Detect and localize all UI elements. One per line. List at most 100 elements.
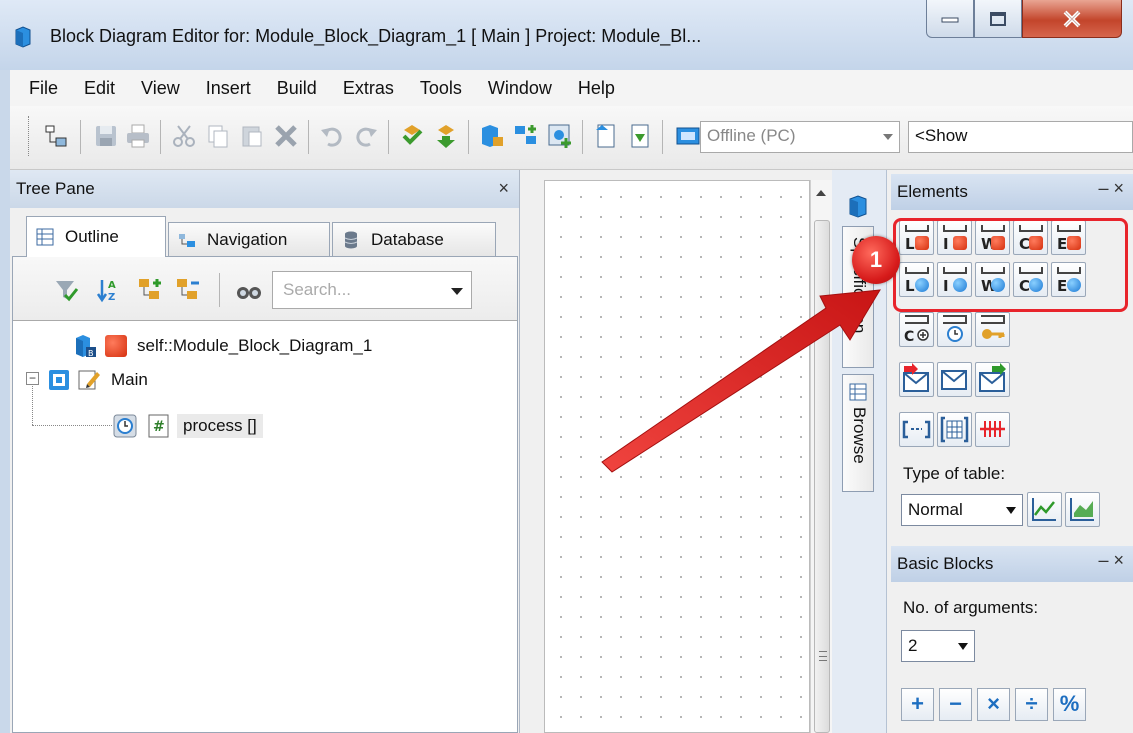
menu-build[interactable]: Build	[264, 78, 330, 99]
minimize-icon	[941, 17, 959, 22]
undo-icon[interactable]	[318, 122, 346, 150]
toolbar-separator	[468, 120, 469, 154]
menu-help[interactable]: Help	[565, 78, 628, 99]
connector-bracket-icon	[902, 420, 931, 439]
tree-item-project[interactable]: B self::Module_Block_Diagram_1	[73, 329, 372, 363]
table-chart-2d-button[interactable]	[1065, 492, 1100, 527]
toolbar-grip[interactable]	[28, 116, 31, 156]
collapse-all-icon[interactable]	[175, 277, 201, 303]
divide-operator-button[interactable]: ÷	[1015, 688, 1048, 721]
filter-icon[interactable]	[53, 277, 79, 303]
table-chart-button[interactable]	[1027, 492, 1062, 527]
database-icon	[344, 231, 358, 248]
tab-outline[interactable]: Outline	[26, 216, 166, 257]
add-block-icon[interactable]	[512, 122, 540, 150]
check-icon[interactable]	[398, 122, 426, 150]
menu-window[interactable]: Window	[475, 78, 565, 99]
cut-icon[interactable]	[170, 122, 198, 150]
toolbar-separator	[219, 273, 220, 307]
online-mode-icon[interactable]	[674, 122, 702, 150]
export-icon[interactable]	[626, 122, 654, 150]
minimize-button[interactable]	[926, 0, 974, 38]
add-view-icon[interactable]	[546, 122, 574, 150]
svg-text:Z: Z	[108, 292, 115, 303]
class-instance-icon: C	[904, 315, 929, 345]
diagram-canvas[interactable]	[544, 180, 810, 733]
expand-all-icon[interactable]	[137, 277, 163, 303]
tab-navigation[interactable]: Navigation	[168, 222, 330, 256]
chevron-down-icon	[883, 134, 893, 140]
print-icon[interactable]	[124, 122, 152, 150]
toolbar-separator	[160, 120, 161, 154]
copy-icon[interactable]	[204, 122, 232, 150]
tree-item-label: self::Module_Block_Diagram_1	[137, 336, 373, 355]
menu-edit[interactable]: Edit	[71, 78, 128, 99]
multiply-operator-button[interactable]: ×	[977, 688, 1010, 721]
type-of-table-select[interactable]: Normal	[901, 494, 1023, 526]
element-message-in[interactable]	[899, 362, 934, 397]
basic-blocks-header-controls[interactable]: – ×	[1098, 550, 1124, 571]
svg-text:#: #	[153, 419, 165, 435]
add-module-icon[interactable]	[478, 122, 506, 150]
subtract-operator-button[interactable]: −	[939, 688, 972, 721]
tree-item-main[interactable]: Main	[47, 363, 148, 397]
tree-pane-close-button[interactable]: ×	[498, 178, 509, 199]
sort-az-icon[interactable]: AZ	[95, 277, 121, 303]
toolbar-separator	[80, 120, 81, 154]
diagram-vertical-scrollbar[interactable]	[810, 180, 832, 733]
import-icon[interactable]	[592, 122, 620, 150]
tab-browse[interactable]: Browse	[842, 374, 874, 492]
outline-icon	[36, 228, 54, 246]
elements-header-controls[interactable]: – ×	[1098, 178, 1124, 199]
menu-view[interactable]: View	[128, 78, 193, 99]
number-of-arguments-select[interactable]: 2	[901, 630, 975, 662]
modulo-operator-button[interactable]: %	[1053, 688, 1086, 721]
menu-tools[interactable]: Tools	[407, 78, 475, 99]
menu-insert[interactable]: Insert	[193, 78, 264, 99]
close-button[interactable]	[1022, 0, 1122, 38]
element-message-out[interactable]	[975, 362, 1010, 397]
build-icon[interactable]	[432, 122, 460, 150]
maximize-button[interactable]	[974, 0, 1022, 38]
filter-select[interactable]: <Show	[908, 121, 1133, 153]
operator-buttons: + − × ÷ %	[901, 688, 1121, 728]
scroll-up-icon[interactable]	[816, 190, 826, 196]
element-key[interactable]	[975, 312, 1010, 347]
delete-icon[interactable]	[272, 122, 300, 150]
paste-icon[interactable]	[238, 122, 266, 150]
binoculars-icon[interactable]	[235, 279, 263, 301]
add-operator-button[interactable]: +	[901, 688, 934, 721]
surface-chart-icon	[1070, 498, 1094, 521]
element-class-instance[interactable]: C	[899, 312, 934, 347]
tree-item-process[interactable]: # process []	[113, 409, 263, 443]
element-connector[interactable]	[899, 412, 934, 447]
search-input[interactable]: Search...	[272, 271, 472, 309]
project-module-icon: B	[76, 335, 96, 358]
svg-text:B: B	[88, 349, 94, 358]
svg-text:A: A	[108, 280, 116, 291]
type-of-table-label: Type of table:	[903, 464, 1006, 483]
redo-icon[interactable]	[352, 122, 380, 150]
block-diagram-icon	[49, 370, 69, 390]
menu-file[interactable]: File	[16, 78, 71, 99]
menu-extras[interactable]: Extras	[330, 78, 407, 99]
tab-database[interactable]: Database	[332, 222, 496, 256]
element-message[interactable]	[937, 362, 972, 397]
tree-pane-title: Tree Pane	[16, 179, 95, 198]
element-timer[interactable]	[937, 312, 972, 347]
red-status-icon	[105, 335, 127, 357]
toolbar-separator	[308, 120, 309, 154]
scrollbar-thumb[interactable]	[814, 220, 830, 733]
mode-select[interactable]: Offline (PC)	[700, 121, 900, 153]
element-bus[interactable]	[975, 412, 1010, 447]
tree-expander[interactable]: −	[26, 372, 39, 385]
number-of-arguments-value: 2	[908, 636, 918, 655]
toolbar-separator	[662, 120, 663, 154]
save-icon[interactable]	[92, 122, 120, 150]
element-table[interactable]	[937, 412, 972, 447]
timer-icon	[943, 315, 967, 342]
module-structure-icon[interactable]	[42, 122, 70, 150]
menu-bar: File Edit View Insert Build Extras Tools…	[10, 70, 1133, 106]
tree-pane: Tree Pane × Outline Navigation Database …	[10, 170, 520, 733]
navigation-icon	[179, 233, 195, 247]
